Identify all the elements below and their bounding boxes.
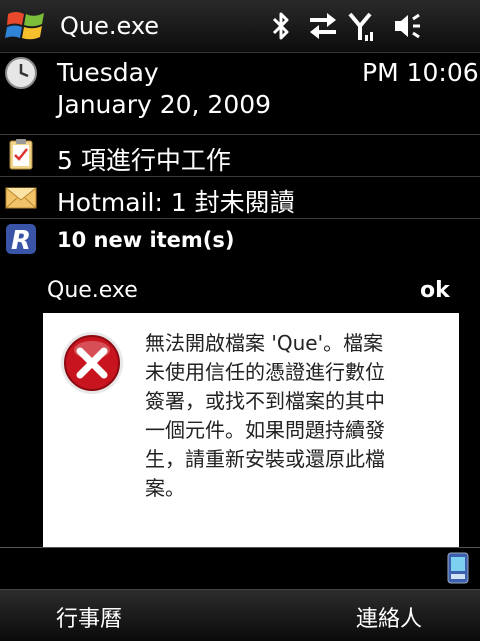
tasks-label[interactable]: 5 項進行中工作 <box>57 141 231 177</box>
input-panel-icon[interactable] <box>447 552 469 588</box>
app-title: Que.exe <box>60 12 160 40</box>
feed-label[interactable]: 10 new item(s) <box>57 228 235 252</box>
error-x-icon <box>59 330 125 400</box>
envelope-icon <box>4 180 38 214</box>
bluetooth-icon[interactable] <box>270 10 292 42</box>
email-label[interactable]: Hotmail: 1 封未閱讀 <box>57 183 295 219</box>
message-line: 簽署，或找不到檔案的其中 <box>145 389 385 413</box>
divider <box>0 176 480 177</box>
data-connection-icon[interactable] <box>307 10 339 42</box>
clipboard-icon <box>4 137 38 171</box>
day-label[interactable]: Tuesday <box>57 58 159 87</box>
contacts-softkey[interactable]: 連絡人 <box>356 601 422 633</box>
message-line: 無法開啟檔案 'Que'。檔案 <box>145 331 384 355</box>
clock-icon <box>4 56 38 90</box>
message-line: 生，請重新安裝或還原此檔 <box>145 447 385 471</box>
date-label[interactable]: January 20, 2009 <box>57 90 271 119</box>
calendar-softkey[interactable]: 行事曆 <box>56 601 122 633</box>
error-message: 無法開啟檔案 'Que'。檔案 未使用信任的憑證進行數位 簽署，或找不到檔案的其… <box>145 329 440 503</box>
feed-reader-icon: R <box>4 222 38 256</box>
svg-text:R: R <box>11 226 31 256</box>
divider <box>0 134 480 135</box>
message-line: 未使用信任的憑證進行數位 <box>145 360 385 384</box>
dialog-title: Que.exe <box>47 278 138 303</box>
signal-icon[interactable] <box>348 10 378 42</box>
windows-flag-icon[interactable] <box>4 6 48 46</box>
ok-button[interactable]: ok <box>420 278 450 303</box>
message-line: 案。 <box>145 476 185 500</box>
time-label[interactable]: PM 10:06 <box>362 58 479 87</box>
volume-icon[interactable] <box>392 10 422 42</box>
divider <box>0 218 480 219</box>
divider <box>0 547 480 548</box>
message-line: 一個元件。如果問題持續發 <box>145 418 385 442</box>
